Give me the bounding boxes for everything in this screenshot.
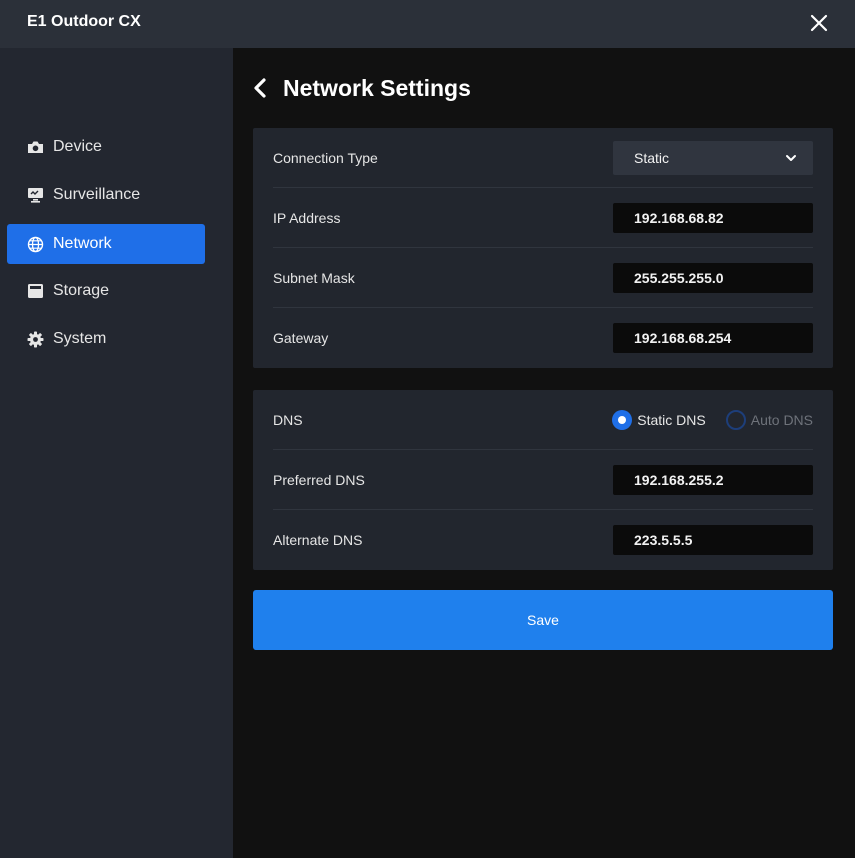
radio-unchecked-icon: [725, 410, 746, 430]
storage-icon: [26, 282, 44, 300]
close-icon: [810, 14, 828, 32]
sidebar-item-storage[interactable]: Storage: [7, 271, 205, 311]
save-button[interactable]: Save: [253, 590, 833, 650]
sidebar-item-system[interactable]: System: [7, 319, 205, 359]
dns-mode-radio-group: Static DNS Auto DNS: [612, 409, 813, 431]
subnet-mask-label: Subnet Mask: [273, 269, 355, 286]
ip-address-input[interactable]: 192.168.68.82: [613, 203, 813, 233]
alternate-dns-row: Alternate DNS 223.5.5.5: [273, 510, 813, 570]
globe-icon: [26, 235, 44, 253]
sidebar-item-label: System: [53, 330, 107, 347]
dns-mode-row: DNS Static DNS Auto DNS: [273, 390, 813, 450]
chevron-down-icon: [786, 155, 796, 161]
auto-dns-label: Auto DNS: [750, 412, 813, 428]
camera-icon: [26, 138, 44, 156]
connection-type-row: Connection Type Static: [273, 128, 813, 188]
close-button[interactable]: [806, 10, 832, 36]
gear-icon: [26, 330, 44, 348]
sidebar-item-device[interactable]: Device: [7, 127, 205, 167]
ip-address-row: IP Address 192.168.68.82: [273, 188, 813, 248]
subnet-mask-row: Subnet Mask 255.255.255.0: [273, 248, 813, 308]
chevron-left-icon: [254, 78, 266, 98]
dns-settings-card: DNS Static DNS Auto DNS Preferred DNS 19…: [253, 390, 833, 570]
gateway-input[interactable]: 192.168.68.254: [613, 323, 813, 353]
dns-label: DNS: [273, 411, 303, 428]
radio-checked-icon: [612, 410, 633, 430]
sidebar-item-label: Surveillance: [53, 186, 141, 203]
main-panel: Network Settings Connection Type Static …: [233, 48, 855, 858]
gateway-row: Gateway 192.168.68.254: [273, 308, 813, 368]
sidebar-item-network[interactable]: Network: [7, 224, 205, 264]
ip-settings-card: Connection Type Static IP Address 192.16…: [253, 128, 833, 368]
ip-address-label: IP Address: [273, 209, 341, 226]
auto-dns-radio[interactable]: Auto DNS: [725, 410, 813, 430]
connection-type-value: Static: [634, 150, 670, 166]
connection-type-select[interactable]: Static: [613, 141, 813, 175]
monitor-icon: [26, 186, 44, 204]
subnet-mask-input[interactable]: 255.255.255.0: [613, 263, 813, 293]
sidebar-item-surveillance[interactable]: Surveillance: [7, 175, 205, 215]
static-dns-label: Static DNS: [637, 412, 706, 428]
back-button[interactable]: [253, 77, 271, 99]
sidebar-item-label: Network: [53, 235, 112, 252]
alternate-dns-input[interactable]: 223.5.5.5: [613, 525, 813, 555]
page-header: Network Settings: [253, 74, 471, 102]
gateway-label: Gateway: [273, 330, 329, 346]
alternate-dns-label: Alternate DNS: [273, 532, 363, 548]
page-title: Network Settings: [283, 74, 471, 101]
title-bar: E1 Outdoor CX: [0, 0, 855, 48]
sidebar-item-label: Storage: [53, 282, 110, 299]
preferred-dns-input[interactable]: 192.168.255.2: [613, 465, 813, 495]
connection-type-label: Connection Type: [273, 149, 378, 166]
sidebar-item-label: Device: [53, 138, 102, 155]
preferred-dns-row: Preferred DNS 192.168.255.2: [273, 450, 813, 510]
preferred-dns-label: Preferred DNS: [273, 471, 365, 488]
static-dns-radio[interactable]: Static DNS: [612, 410, 706, 430]
sidebar: Device Surveillance Network Storage Syst…: [0, 48, 233, 858]
window-title: E1 Outdoor CX: [27, 13, 141, 30]
